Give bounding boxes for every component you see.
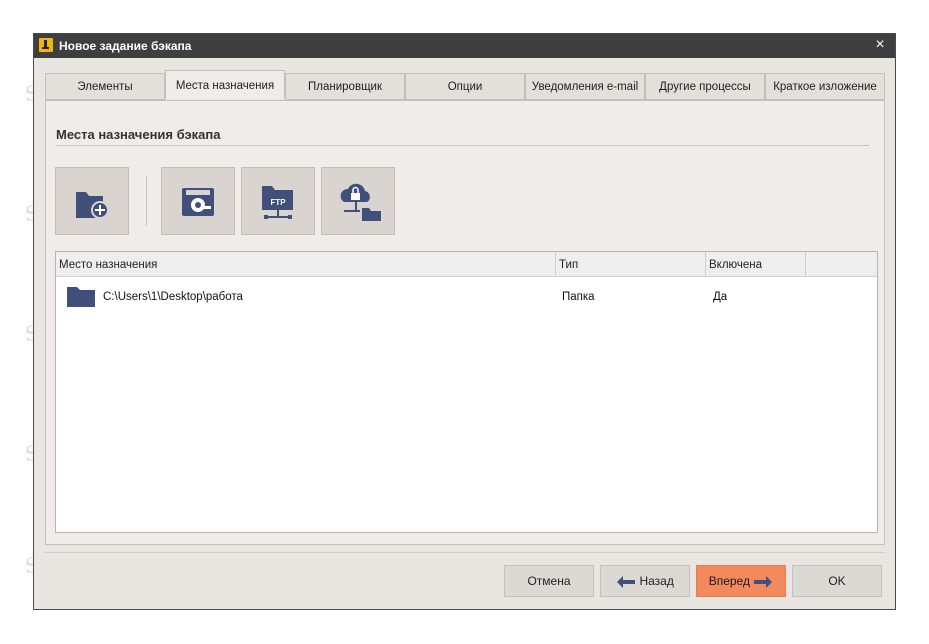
destination-path: C:\Users\1\Desktop\работа [103, 291, 243, 303]
arrow-right-icon [754, 575, 773, 588]
tab-email-notifications[interactable]: Уведомления e-mail [525, 73, 645, 100]
tab-other-processes[interactable]: Другие процессы [645, 73, 765, 100]
tab-scheduler[interactable]: Планировщик [285, 73, 405, 100]
title-bar: Новое задание бэкапа × [34, 34, 895, 58]
column-header-enabled[interactable]: Включена [706, 252, 806, 276]
destination-enabled: Да [713, 291, 728, 303]
footer-divider [45, 552, 885, 553]
backup-task-dialog: Новое задание бэкапа × Элементы Места на… [33, 33, 896, 610]
ftp-destination-button[interactable]: FTP [241, 167, 315, 235]
destinations-panel: Места назначения бэкапа FTP Место назнач… [45, 100, 885, 545]
disk-icon [182, 188, 214, 216]
destinations-table: Место назначения Тип Включена C:\Users\1… [55, 251, 878, 533]
tab-summary[interactable]: Краткое изложение [765, 73, 885, 100]
ftp-icon: FTP [262, 186, 293, 219]
tab-strip: Элементы Места назначения Планировщик Оп… [45, 70, 885, 100]
table-row[interactable]: C:\Users\1\Desktop\работа Папка Да [56, 276, 877, 316]
add-folder-destination-button[interactable] [55, 167, 129, 235]
app-logo-icon [39, 38, 53, 52]
close-button[interactable]: × [871, 36, 889, 54]
tab-destinations[interactable]: Места назначения [165, 70, 285, 99]
arrow-left-icon [617, 575, 636, 588]
section-divider [56, 145, 869, 146]
toolbar-separator [146, 176, 147, 226]
next-button-label: Вперед [708, 574, 750, 588]
destination-type: Папка [562, 291, 595, 303]
back-button-label: Назад [639, 574, 674, 588]
cloud-destination-button[interactable] [321, 167, 395, 235]
back-button[interactable]: Назад [600, 565, 690, 597]
cloud-lock-icon [340, 183, 381, 221]
section-title: Места назначения бэкапа [56, 127, 221, 142]
ok-button[interactable]: OK [792, 565, 882, 597]
cancel-button-label: Отмена [527, 574, 571, 588]
folder-icon [67, 287, 95, 307]
svg-text:FTP: FTP [270, 198, 286, 207]
column-header-type[interactable]: Тип [556, 252, 706, 276]
column-header-destination[interactable]: Место назначения [56, 252, 556, 276]
window-title: Новое задание бэкапа [59, 39, 192, 53]
tab-options[interactable]: Опции [405, 73, 525, 100]
cancel-button[interactable]: Отмена [504, 565, 594, 597]
add-folder-icon [76, 192, 109, 219]
ok-button-label: OK [828, 574, 846, 588]
local-disk-destination-button[interactable] [161, 167, 235, 235]
next-button[interactable]: Вперед [696, 565, 786, 597]
table-header: Место назначения Тип Включена [56, 252, 877, 277]
tab-elements[interactable]: Элементы [45, 73, 165, 100]
